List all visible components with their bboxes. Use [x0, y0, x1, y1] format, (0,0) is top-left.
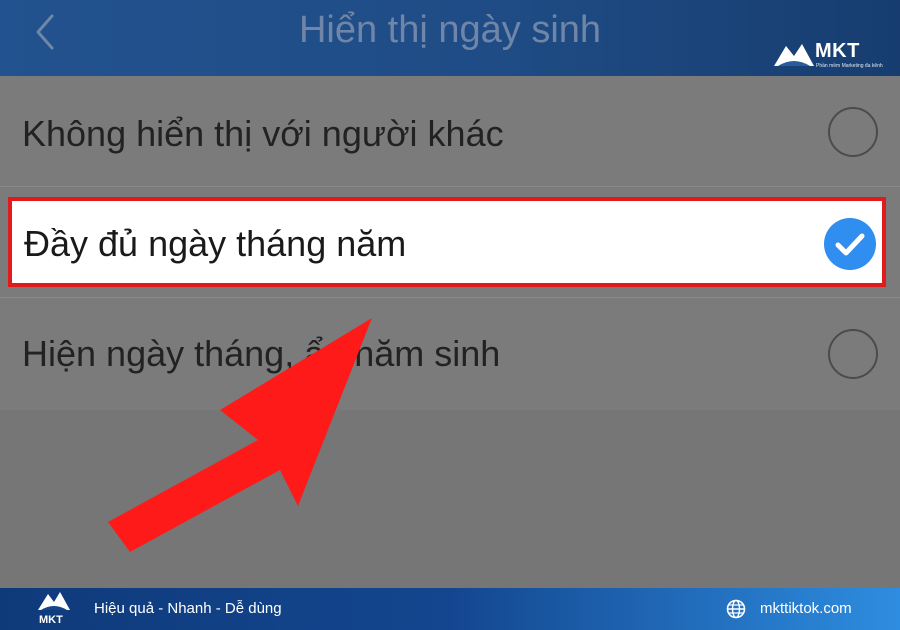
empty-background	[0, 410, 900, 588]
brand-name: MKT	[815, 40, 860, 62]
radio-button[interactable]	[828, 329, 878, 379]
globe-icon	[726, 599, 746, 619]
website-link[interactable]: mkttiktok.com	[760, 599, 852, 619]
brand-subtitle: Phần mềm Marketing đa kênh	[816, 63, 883, 69]
footer-bar: MKT Hiệu quả - Nhanh - Dễ dùng mkttiktok…	[0, 588, 900, 630]
svg-text:MKT: MKT	[39, 614, 63, 626]
option-hide-year[interactable]: Hiện ngày tháng, ẩn năm sinh	[0, 298, 900, 410]
mkt-logo-icon: MKT	[38, 592, 70, 626]
radio-checked[interactable]	[824, 218, 876, 270]
option-full-date[interactable]: Đầy đủ ngày tháng năm	[8, 197, 886, 287]
option-label: Không hiển thị với người khác	[22, 113, 504, 154]
radio-button[interactable]	[828, 107, 878, 157]
option-label: Hiện ngày tháng, ẩn năm sinh	[22, 333, 501, 374]
divider	[0, 186, 900, 187]
checkmark-icon	[835, 233, 865, 256]
option-label: Đầy đủ ngày tháng năm	[24, 223, 407, 264]
option-hide-from-others[interactable]: Không hiển thị với người khác	[0, 76, 900, 186]
page-title: Hiển thị ngày sinh	[298, 9, 602, 51]
app-header: Hiển thị ngày sinh MKT Phần mềm Marketin…	[0, 0, 900, 76]
footer-tagline: Hiệu quả - Nhanh - Dễ dùng	[94, 600, 282, 617]
